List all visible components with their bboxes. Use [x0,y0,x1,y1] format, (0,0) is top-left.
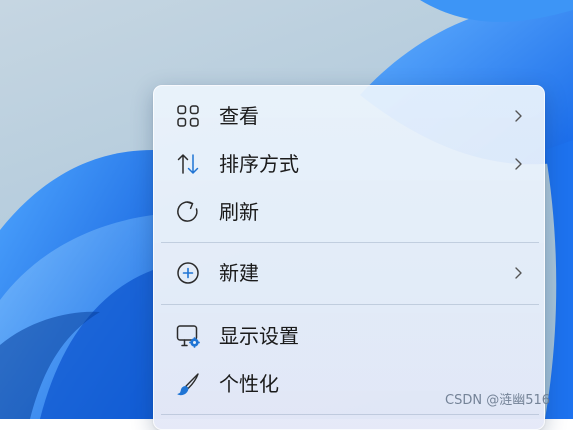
menu-item-label: 新建 [219,261,259,285]
sort-arrows-icon [175,151,201,177]
menu-item-sort-by[interactable]: 排序方式 [162,142,536,186]
new-plus-icon [175,260,201,286]
desktop-context-menu: 查看 排序方式 刷新 新建 显示设置 个性化 [153,85,545,430]
menu-item-label: 刷新 [219,200,259,224]
menu-separator [161,414,539,415]
display-settings-icon [175,323,201,349]
menu-item-view[interactable]: 查看 [162,94,536,138]
brush-icon [175,371,201,397]
menu-separator [161,304,539,305]
menu-item-label: 显示设置 [219,324,299,348]
menu-item-label: 个性化 [219,372,279,396]
chevron-right-icon [510,108,526,124]
menu-item-display-settings[interactable]: 显示设置 [162,314,536,358]
refresh-icon [175,199,201,225]
menu-item-refresh[interactable]: 刷新 [162,190,536,234]
menu-item-label: 排序方式 [219,152,299,176]
menu-item-label: 查看 [219,104,259,128]
view-grid-icon [175,103,201,129]
chevron-right-icon [510,265,526,281]
menu-separator [161,242,539,243]
watermark-text: CSDN @涟幽516 [445,393,551,408]
chevron-right-icon [510,156,526,172]
menu-item-new[interactable]: 新建 [162,251,536,295]
